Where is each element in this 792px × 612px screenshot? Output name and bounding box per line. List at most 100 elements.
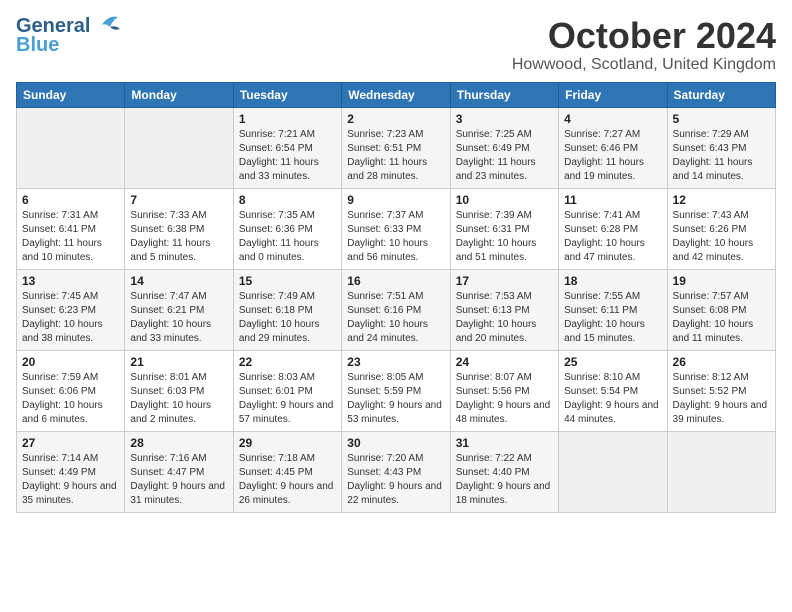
day-info: Sunrise: 7:16 AMSunset: 4:47 PMDaylight:…	[130, 452, 227, 508]
day-info: Sunrise: 7:53 AMSunset: 6:13 PMDaylight:…	[456, 290, 553, 346]
day-cell: 1Sunrise: 7:21 AMSunset: 6:54 PMDaylight…	[233, 107, 341, 188]
day-info: Sunrise: 7:41 AMSunset: 6:28 PMDaylight:…	[564, 209, 661, 265]
logo-text-blue: Blue	[16, 34, 59, 57]
day-cell: 17 Sunrise: 7:53 AMSunset: 6:13 PMDayligh…	[450, 269, 558, 350]
day-cell: 23 Sunrise: 8:05 AMSunset: 5:59 PMDayligh…	[342, 350, 450, 431]
day-cell	[559, 431, 667, 512]
day-cell: 24 Sunrise: 8:07 AMSunset: 5:56 PMDayligh…	[450, 350, 558, 431]
day-number: 21	[130, 355, 227, 369]
day-number: 12	[673, 193, 770, 207]
day-number: 11	[564, 193, 661, 207]
header-day-tuesday: Tuesday	[233, 82, 341, 107]
month-title: October 2024	[512, 16, 776, 56]
day-number: 2	[347, 112, 444, 126]
day-info: Sunrise: 7:45 AMSunset: 6:23 PMDaylight:…	[22, 290, 119, 346]
header-day-thursday: Thursday	[450, 82, 558, 107]
title-block: October 2024 Howwood, Scotland, United K…	[512, 16, 776, 74]
day-number: 6	[22, 193, 119, 207]
day-info: Sunrise: 7:49 AMSunset: 6:18 PMDaylight:…	[239, 290, 336, 346]
day-cell: 18Sunrise: 7:55 AMSunset: 6:11 PMDayligh…	[559, 269, 667, 350]
day-number: 26	[673, 355, 770, 369]
day-number: 18	[564, 274, 661, 288]
day-info: Sunrise: 8:01 AMSunset: 6:03 PMDaylight:…	[130, 371, 227, 427]
day-cell: 12 Sunrise: 7:43 AMSunset: 6:26 PMDayligh…	[667, 188, 775, 269]
day-cell: 20 Sunrise: 7:59 AMSunset: 6:06 PMDayligh…	[17, 350, 125, 431]
day-cell: 7Sunrise: 7:33 AMSunset: 6:38 PMDaylight…	[125, 188, 233, 269]
day-info: Sunrise: 8:07 AMSunset: 5:56 PMDaylight:…	[456, 371, 553, 427]
day-number: 16	[347, 274, 444, 288]
day-info: Sunrise: 8:05 AMSunset: 5:59 PMDaylight:…	[347, 371, 444, 427]
day-cell	[667, 431, 775, 512]
day-info: Sunrise: 7:22 AMSunset: 4:40 PMDaylight:…	[456, 452, 553, 508]
day-info: Sunrise: 7:47 AMSunset: 6:21 PMDaylight:…	[130, 290, 227, 346]
day-info: Sunrise: 7:33 AMSunset: 6:38 PMDaylight:…	[130, 209, 227, 265]
day-cell: 6 Sunrise: 7:31 AMSunset: 6:41 PMDaylight…	[17, 188, 125, 269]
day-cell: 26 Sunrise: 8:12 AMSunset: 5:52 PMDayligh…	[667, 350, 775, 431]
day-number: 8	[239, 193, 336, 207]
day-number: 9	[347, 193, 444, 207]
day-cell: 29Sunrise: 7:18 AMSunset: 4:45 PMDayligh…	[233, 431, 341, 512]
week-row-1: 1Sunrise: 7:21 AMSunset: 6:54 PMDaylight…	[17, 107, 776, 188]
day-info: Sunrise: 7:35 AMSunset: 6:36 PMDaylight:…	[239, 209, 336, 265]
day-number: 14	[130, 274, 227, 288]
day-number: 3	[456, 112, 553, 126]
day-number: 31	[456, 436, 553, 450]
day-cell: 14 Sunrise: 7:47 AMSunset: 6:21 PMDayligh…	[125, 269, 233, 350]
day-cell: 4 Sunrise: 7:27 AMSunset: 6:46 PMDaylight…	[559, 107, 667, 188]
day-cell: 5Sunrise: 7:29 AMSunset: 6:43 PMDaylight…	[667, 107, 775, 188]
day-info: Sunrise: 8:03 AMSunset: 6:01 PMDaylight:…	[239, 371, 336, 427]
day-info: Sunrise: 7:25 AMSunset: 6:49 PMDaylight:…	[456, 128, 553, 184]
day-info: Sunrise: 7:23 AMSunset: 6:51 PMDaylight:…	[347, 128, 444, 184]
week-row-4: 20 Sunrise: 7:59 AMSunset: 6:06 PMDayligh…	[17, 350, 776, 431]
day-cell: 3 Sunrise: 7:25 AMSunset: 6:49 PMDaylight…	[450, 107, 558, 188]
day-number: 4	[564, 112, 661, 126]
header-row: SundayMondayTuesdayWednesdayThursdayFrid…	[17, 82, 776, 107]
day-cell	[17, 107, 125, 188]
day-info: Sunrise: 8:10 AMSunset: 5:54 PMDaylight:…	[564, 371, 661, 427]
day-info: Sunrise: 7:18 AMSunset: 4:45 PMDaylight:…	[239, 452, 336, 508]
day-info: Sunrise: 7:21 AMSunset: 6:54 PMDaylight:…	[239, 128, 336, 184]
day-number: 23	[347, 355, 444, 369]
day-cell: 10Sunrise: 7:39 AMSunset: 6:31 PMDayligh…	[450, 188, 558, 269]
day-cell: 25Sunrise: 8:10 AMSunset: 5:54 PMDayligh…	[559, 350, 667, 431]
day-number: 27	[22, 436, 119, 450]
day-info: Sunrise: 7:31 AMSunset: 6:41 PMDaylight:…	[22, 209, 119, 265]
day-info: Sunrise: 7:14 AMSunset: 4:49 PMDaylight:…	[22, 452, 119, 508]
day-info: Sunrise: 7:27 AMSunset: 6:46 PMDaylight:…	[564, 128, 661, 184]
day-cell: 30Sunrise: 7:20 AMSunset: 4:43 PMDayligh…	[342, 431, 450, 512]
day-cell: 8 Sunrise: 7:35 AMSunset: 6:36 PMDaylight…	[233, 188, 341, 269]
day-info: Sunrise: 8:12 AMSunset: 5:52 PMDaylight:…	[673, 371, 770, 427]
week-row-5: 27 Sunrise: 7:14 AMSunset: 4:49 PMDayligh…	[17, 431, 776, 512]
page-header: General Blue October 2024 Howwood, Scotl…	[16, 16, 776, 74]
header-day-saturday: Saturday	[667, 82, 775, 107]
day-cell: 15 Sunrise: 7:49 AMSunset: 6:18 PMDayligh…	[233, 269, 341, 350]
header-day-wednesday: Wednesday	[342, 82, 450, 107]
week-row-3: 13 Sunrise: 7:45 AMSunset: 6:23 PMDayligh…	[17, 269, 776, 350]
day-cell: 9Sunrise: 7:37 AMSunset: 6:33 PMDaylight…	[342, 188, 450, 269]
day-number: 10	[456, 193, 553, 207]
day-cell: 22 Sunrise: 8:03 AMSunset: 6:01 PMDayligh…	[233, 350, 341, 431]
day-number: 15	[239, 274, 336, 288]
day-info: Sunrise: 7:57 AMSunset: 6:08 PMDaylight:…	[673, 290, 770, 346]
day-number: 28	[130, 436, 227, 450]
day-cell: 16Sunrise: 7:51 AMSunset: 6:16 PMDayligh…	[342, 269, 450, 350]
day-number: 30	[347, 436, 444, 450]
day-number: 13	[22, 274, 119, 288]
day-number: 24	[456, 355, 553, 369]
day-cell: 31 Sunrise: 7:22 AMSunset: 4:40 PMDayligh…	[450, 431, 558, 512]
day-cell: 19Sunrise: 7:57 AMSunset: 6:08 PMDayligh…	[667, 269, 775, 350]
day-info: Sunrise: 7:59 AMSunset: 6:06 PMDaylight:…	[22, 371, 119, 427]
day-info: Sunrise: 7:43 AMSunset: 6:26 PMDaylight:…	[673, 209, 770, 265]
day-number: 20	[22, 355, 119, 369]
header-day-sunday: Sunday	[17, 82, 125, 107]
day-cell: 21 Sunrise: 8:01 AMSunset: 6:03 PMDayligh…	[125, 350, 233, 431]
day-cell: 28 Sunrise: 7:16 AMSunset: 4:47 PMDayligh…	[125, 431, 233, 512]
header-day-friday: Friday	[559, 82, 667, 107]
calendar-table: SundayMondayTuesdayWednesdayThursdayFrid…	[16, 82, 776, 513]
day-number: 22	[239, 355, 336, 369]
day-number: 17	[456, 274, 553, 288]
location: Howwood, Scotland, United Kingdom	[512, 56, 776, 74]
week-row-2: 6 Sunrise: 7:31 AMSunset: 6:41 PMDaylight…	[17, 188, 776, 269]
day-cell: 2 Sunrise: 7:23 AMSunset: 6:51 PMDaylight…	[342, 107, 450, 188]
day-cell: 11 Sunrise: 7:41 AMSunset: 6:28 PMDayligh…	[559, 188, 667, 269]
